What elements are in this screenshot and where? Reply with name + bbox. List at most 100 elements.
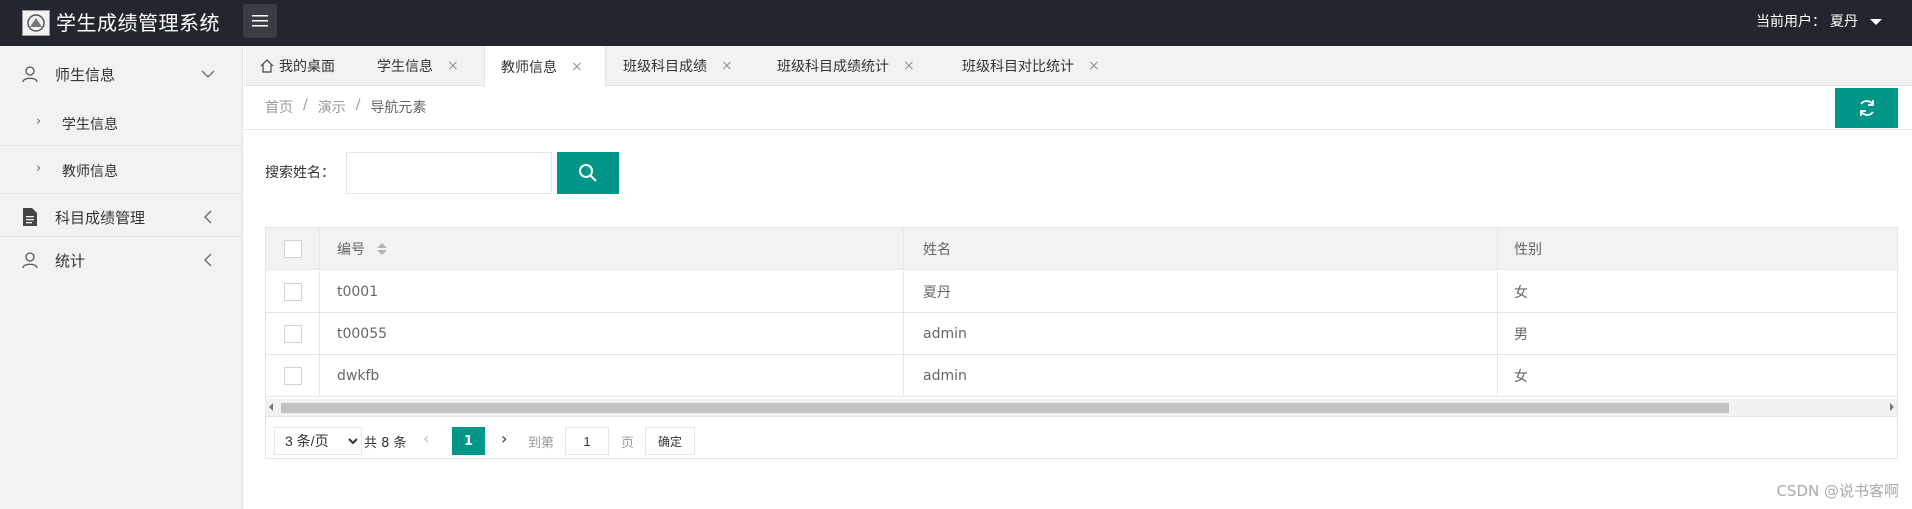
search-name-input[interactable]: [346, 152, 552, 194]
breadcrumb-item-demo[interactable]: 演示: [318, 97, 346, 117]
sidebar-item-label: 学生信息: [62, 117, 118, 133]
tab-my-desktop[interactable]: 我的桌面: [260, 46, 335, 86]
close-icon[interactable]: ×: [571, 59, 583, 75]
breadcrumb-item-current: 导航元素: [370, 100, 427, 116]
close-icon[interactable]: ×: [447, 58, 459, 74]
logo: [22, 10, 50, 36]
sidebar-item-label: 科目成绩管理: [55, 208, 146, 227]
table-header: 编号 姓名 性别: [266, 228, 1897, 270]
caret-down-icon: [1870, 19, 1882, 25]
watermark: CSDN @说书客啊: [1776, 482, 1899, 500]
table-cell-sex: 男: [1514, 326, 1528, 343]
row-select-cell: [266, 271, 320, 312]
chevron-left-icon: [201, 210, 215, 224]
refresh-button[interactable]: [1835, 88, 1898, 128]
app-title: 学生成绩管理系统: [56, 11, 220, 35]
table-cell-sex: 女: [1514, 368, 1528, 385]
tab-label: 班级科目成绩统计: [777, 59, 889, 75]
tab-class-subject-score[interactable]: 班级科目成绩 ×: [623, 46, 733, 86]
close-icon[interactable]: ×: [721, 58, 733, 74]
close-icon[interactable]: ×: [1088, 58, 1100, 74]
sidebar-item-statistics[interactable]: 统计: [0, 249, 243, 271]
total-count: 共 8 条: [364, 436, 407, 451]
table-cell-name: 夏丹: [908, 271, 1498, 312]
table-row: dwkfb admin 女: [266, 355, 1897, 397]
goto-page-input[interactable]: [565, 427, 609, 455]
header-cell-id[interactable]: 编号: [320, 228, 904, 269]
page-suffix-label: 页: [621, 436, 635, 451]
table-row: t0001 夏丹 女: [266, 271, 1897, 313]
divider: [0, 193, 243, 194]
sidebar-item-teacher-student-info[interactable]: 师生信息: [0, 64, 243, 84]
sidebar-item-label: 师生信息: [55, 65, 116, 84]
tab-class-subject-score-stats[interactable]: 班级科目成绩统计 ×: [777, 46, 915, 86]
search-icon: [579, 164, 597, 182]
table-cell-id: dwkfb: [320, 355, 904, 396]
column-header-label: 编号: [337, 241, 365, 258]
tab-student-info[interactable]: 学生信息 ×: [377, 46, 459, 86]
current-user-label: 当前用户：: [1756, 14, 1826, 30]
scroll-right-icon[interactable]: [1890, 403, 1894, 411]
sidebar-item-score-management[interactable]: 科目成绩管理: [0, 206, 243, 228]
breadcrumb-item-home[interactable]: 首页: [265, 97, 293, 117]
chevron-down-icon: [201, 67, 215, 81]
table-cell-id: t0001: [320, 271, 904, 312]
tab-class-subject-compare-stats[interactable]: 班级科目对比统计 ×: [962, 46, 1100, 86]
prev-page-icon[interactable]: ‹: [423, 429, 429, 448]
tab-label: 班级科目成绩: [623, 59, 707, 75]
user-icon: [20, 250, 40, 270]
row-checkbox[interactable]: [283, 366, 302, 385]
goto-confirm-button[interactable]: 确定: [645, 427, 695, 455]
breadcrumb-separator: /: [355, 97, 361, 113]
teacher-table: 编号 姓名 性别 t0001 夏丹 女 t00055 admin 男 dwkfb…: [265, 227, 1898, 459]
row-checkbox[interactable]: [283, 324, 302, 343]
tab-label: 班级科目对比统计: [962, 59, 1074, 75]
hamburger-icon: [252, 15, 268, 27]
top-header: 学生成绩管理系统 当前用户： 夏丹: [0, 0, 1912, 46]
current-user-name: 夏丹: [1830, 14, 1858, 30]
tab-teacher-info[interactable]: 教师信息 ×: [484, 46, 606, 87]
chevron-right-icon: ›: [36, 161, 42, 176]
sidebar: 师生信息 › 学生信息 › 教师信息 科目成绩管理 统计: [0, 46, 243, 509]
row-select-cell: [266, 313, 320, 354]
tab-label: 学生信息: [377, 59, 433, 75]
refresh-icon: [1859, 100, 1874, 116]
scrollbar-thumb[interactable]: [281, 403, 1729, 413]
column-header-label: 性别: [1514, 241, 1542, 258]
close-icon[interactable]: ×: [903, 58, 915, 74]
sidebar-item-teacher-info[interactable]: › 教师信息: [0, 161, 243, 181]
sidebar-item-student-info[interactable]: › 学生信息: [0, 114, 243, 134]
sort-icon[interactable]: [377, 242, 387, 255]
breadcrumb-separator: /: [303, 97, 308, 113]
search-button[interactable]: [557, 152, 619, 194]
next-page-icon[interactable]: ›: [501, 429, 507, 448]
divider: [0, 236, 243, 237]
table-cell-name: admin: [908, 313, 1498, 354]
table-cell-id: t00055: [320, 313, 904, 354]
page-size-select[interactable]: 3 条/页: [274, 427, 362, 455]
header-cell-select: [266, 228, 320, 269]
tab-label: 我的桌面: [279, 59, 335, 75]
document-icon: [20, 207, 40, 227]
tab-label: 教师信息: [501, 59, 557, 76]
header-cell-name: 姓名: [908, 228, 1498, 269]
scroll-left-icon[interactable]: [269, 403, 273, 411]
sidebar-item-label: 教师信息: [62, 164, 118, 180]
table-cell-sex: 女: [1514, 284, 1528, 301]
current-user-menu[interactable]: 当前用户： 夏丹: [1756, 11, 1882, 31]
horizontal-scrollbar[interactable]: [266, 399, 1897, 416]
breadcrumb: 首页 / 演示 / 导航元素: [265, 97, 426, 117]
pagination: 3 条/页 共 8 条 ‹ 1 › 到第 页 确定: [266, 416, 1897, 459]
menu-toggle-button[interactable]: [243, 4, 277, 38]
row-checkbox[interactable]: [283, 282, 302, 301]
select-all-checkbox[interactable]: [283, 239, 302, 258]
search-label: 搜索姓名：: [265, 165, 335, 181]
divider: [0, 145, 243, 146]
goto-label: 到第: [528, 436, 555, 451]
tab-bar: 我的桌面 学生信息 × 教师信息 × 班级科目成绩 × 班级科目成绩统计 × 班…: [244, 46, 1912, 87]
sidebar-item-label: 统计: [55, 251, 86, 270]
home-icon: [260, 59, 274, 73]
user-icon: [20, 64, 40, 84]
current-page-button[interactable]: 1: [452, 427, 485, 455]
chevron-left-icon: [201, 253, 215, 267]
